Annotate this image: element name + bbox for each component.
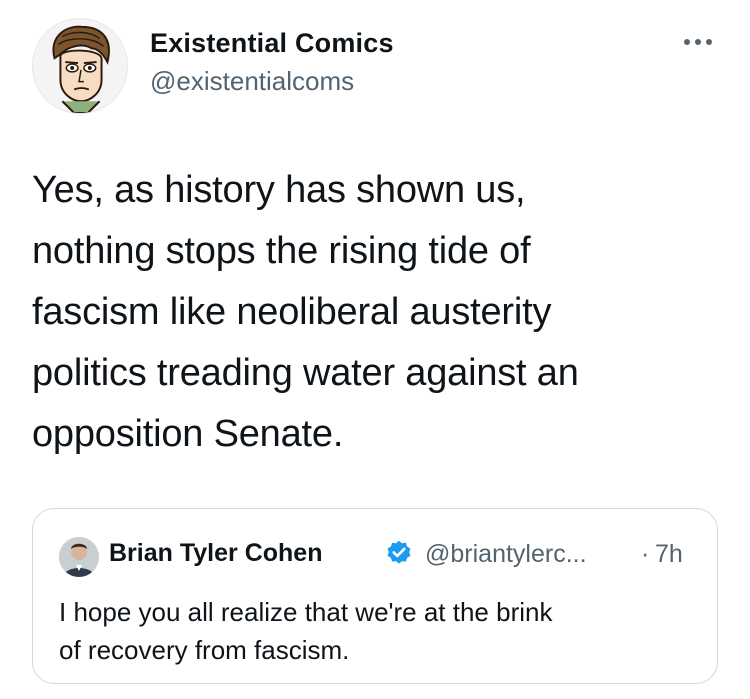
quoted-author-handle[interactable]: @briantylerc... xyxy=(425,540,587,569)
tweet-text: Yes, as history has shown us, nothing st… xyxy=(32,169,579,455)
author-display-name[interactable]: Existential Comics xyxy=(150,28,394,59)
more-horizontal-icon-dot xyxy=(695,39,701,45)
quoted-author-display-name[interactable]: Brian Tyler Cohen xyxy=(109,539,322,568)
quoted-tweet-text: I hope you all realize that we're at the… xyxy=(59,597,553,665)
author-handle[interactable]: @existentialcoms xyxy=(150,66,354,97)
quoted-tweet-timestamp[interactable]: 7h xyxy=(655,540,683,569)
more-options-button[interactable] xyxy=(676,30,720,54)
author-avatar[interactable] xyxy=(32,18,128,114)
profile-photo-icon xyxy=(59,537,99,577)
more-horizontal-icon-dot xyxy=(706,39,712,45)
cartoon-portrait-icon xyxy=(33,19,127,113)
quoted-tweet-card[interactable]: Brian Tyler Cohen @briantylerc... · 7h I… xyxy=(32,508,718,684)
tweet: Existential Comics @existentialcoms Yes,… xyxy=(0,0,750,699)
quoted-author-avatar[interactable] xyxy=(59,537,99,577)
meta-separator: · xyxy=(641,540,650,568)
more-horizontal-icon xyxy=(684,39,690,45)
verified-badge-icon xyxy=(387,540,411,564)
